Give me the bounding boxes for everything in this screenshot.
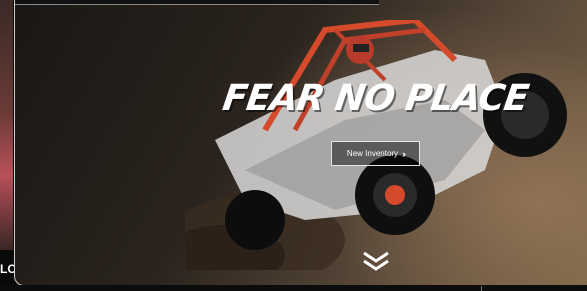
- previous-slide-image[interactable]: [0, 0, 13, 250]
- double-chevron-down-icon[interactable]: [362, 250, 390, 272]
- bottom-bar: [0, 285, 587, 291]
- top-bar: [15, 0, 379, 5]
- bottom-divider: [481, 286, 482, 291]
- previous-slide-caption: LO: [0, 262, 14, 276]
- new-inventory-label: New Inventory: [346, 149, 399, 158]
- hero-headline: FEAR NO PLACE: [220, 78, 531, 119]
- double-chevron-right-icon: ››: [402, 148, 406, 159]
- hero-slide: FEAR NO PLACE New Inventory ››: [14, 0, 587, 286]
- hero-carousel: LO FEAR NO PLACE New Inventory ››: [0, 0, 587, 291]
- new-inventory-button[interactable]: New Inventory ››: [331, 141, 420, 166]
